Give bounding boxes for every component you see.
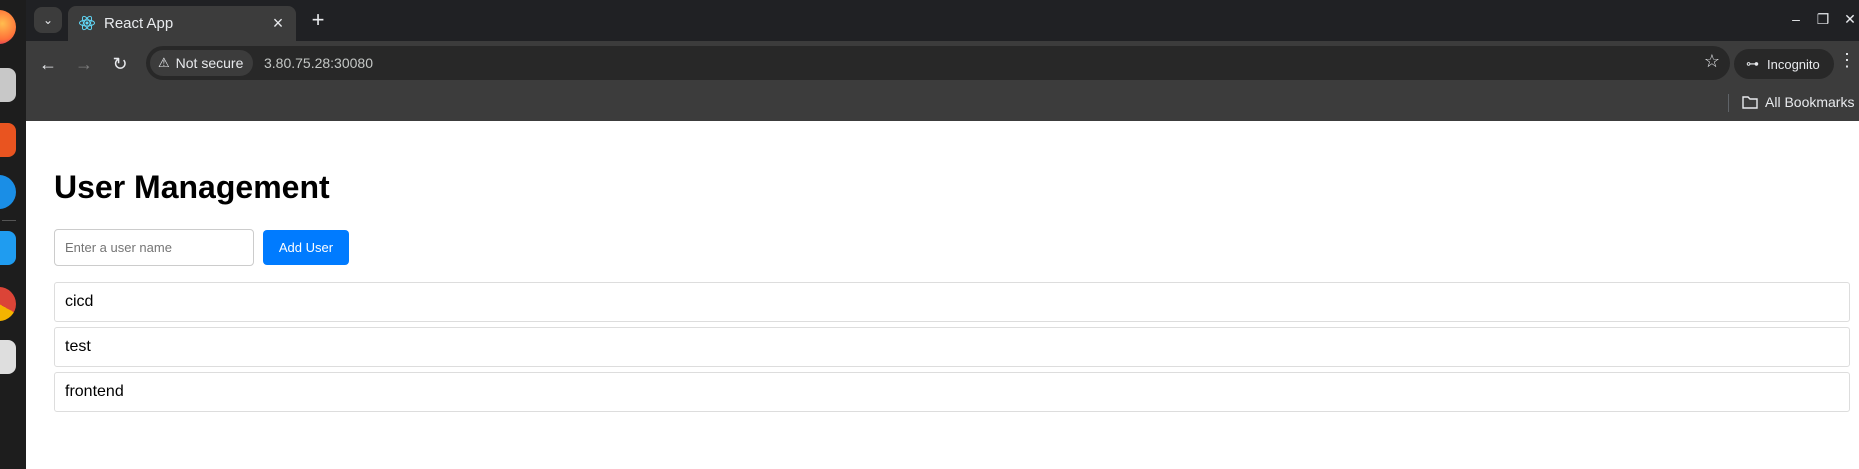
reload-icon[interactable]: ↻ xyxy=(106,50,134,78)
close-icon[interactable]: × xyxy=(268,13,288,33)
all-bookmarks-button[interactable]: All Bookmarks xyxy=(1742,94,1854,110)
page-content: User Management Add User cicd test front… xyxy=(26,121,1859,469)
restore-icon[interactable]: ❐ xyxy=(1812,8,1834,30)
window-close-icon[interactable]: ✕ xyxy=(1839,8,1859,30)
browser-chrome: ⌄ React App × + – ❐ ✕ ← → ↻ ⚠ Not secure… xyxy=(26,0,1859,121)
security-label: Not secure xyxy=(175,55,244,71)
more-menu-icon[interactable]: ⋮ xyxy=(1838,50,1856,71)
tab-title: React App xyxy=(104,15,174,32)
user-list-item: test xyxy=(54,327,1850,367)
incognito-indicator[interactable]: ⊶ Incognito xyxy=(1734,49,1834,79)
address-bar[interactable]: ⚠ Not secure 3.80.75.28:30080 ☆ xyxy=(146,46,1730,80)
dock-separator xyxy=(2,220,16,221)
bookmark-star-icon[interactable]: ☆ xyxy=(1704,51,1720,72)
software-center-icon[interactable] xyxy=(0,123,16,157)
vscode-icon[interactable] xyxy=(0,231,16,265)
new-tab-button[interactable]: + xyxy=(304,7,332,33)
page-title: User Management xyxy=(54,169,330,205)
incognito-icon: ⊶ xyxy=(1746,56,1759,71)
user-name-input[interactable] xyxy=(54,229,254,266)
security-chip[interactable]: ⚠ Not secure xyxy=(150,50,254,76)
url-text[interactable]: 3.80.75.28:30080 xyxy=(264,55,373,71)
bookmarks-separator xyxy=(1728,94,1729,112)
browser-toolbar: ← → ↻ ⚠ Not secure 3.80.75.28:30080 ☆ ⊶ … xyxy=(26,41,1859,86)
tab-react-app[interactable]: React App × xyxy=(68,6,296,41)
bookmarks-bar: All Bookmarks xyxy=(26,86,1859,121)
os-dock xyxy=(0,0,26,469)
chrome-icon[interactable] xyxy=(0,287,16,321)
back-arrow-icon[interactable]: ← xyxy=(34,50,62,78)
chevron-down-icon: ⌄ xyxy=(42,13,54,27)
warning-icon: ⚠ xyxy=(158,55,170,70)
add-user-button[interactable]: Add User xyxy=(263,230,349,265)
all-bookmarks-label: All Bookmarks xyxy=(1765,94,1855,110)
folder-icon xyxy=(1742,96,1758,109)
user-list-item: frontend xyxy=(54,372,1850,412)
firefox-icon[interactable] xyxy=(0,10,16,44)
forward-arrow-icon[interactable]: → xyxy=(70,50,98,78)
user-list-item: cicd xyxy=(54,282,1850,322)
tab-search-button[interactable]: ⌄ xyxy=(34,7,62,33)
minimize-icon[interactable]: – xyxy=(1785,8,1807,30)
thunderbird-icon[interactable] xyxy=(0,175,16,209)
react-logo-icon xyxy=(79,15,95,31)
files-icon[interactable] xyxy=(0,68,16,102)
tab-strip: ⌄ React App × + – ❐ ✕ xyxy=(26,0,1859,41)
user-list: cicd test frontend xyxy=(54,282,1850,417)
text-editor-icon[interactable] xyxy=(0,340,16,374)
incognito-label: Incognito xyxy=(1767,56,1820,72)
